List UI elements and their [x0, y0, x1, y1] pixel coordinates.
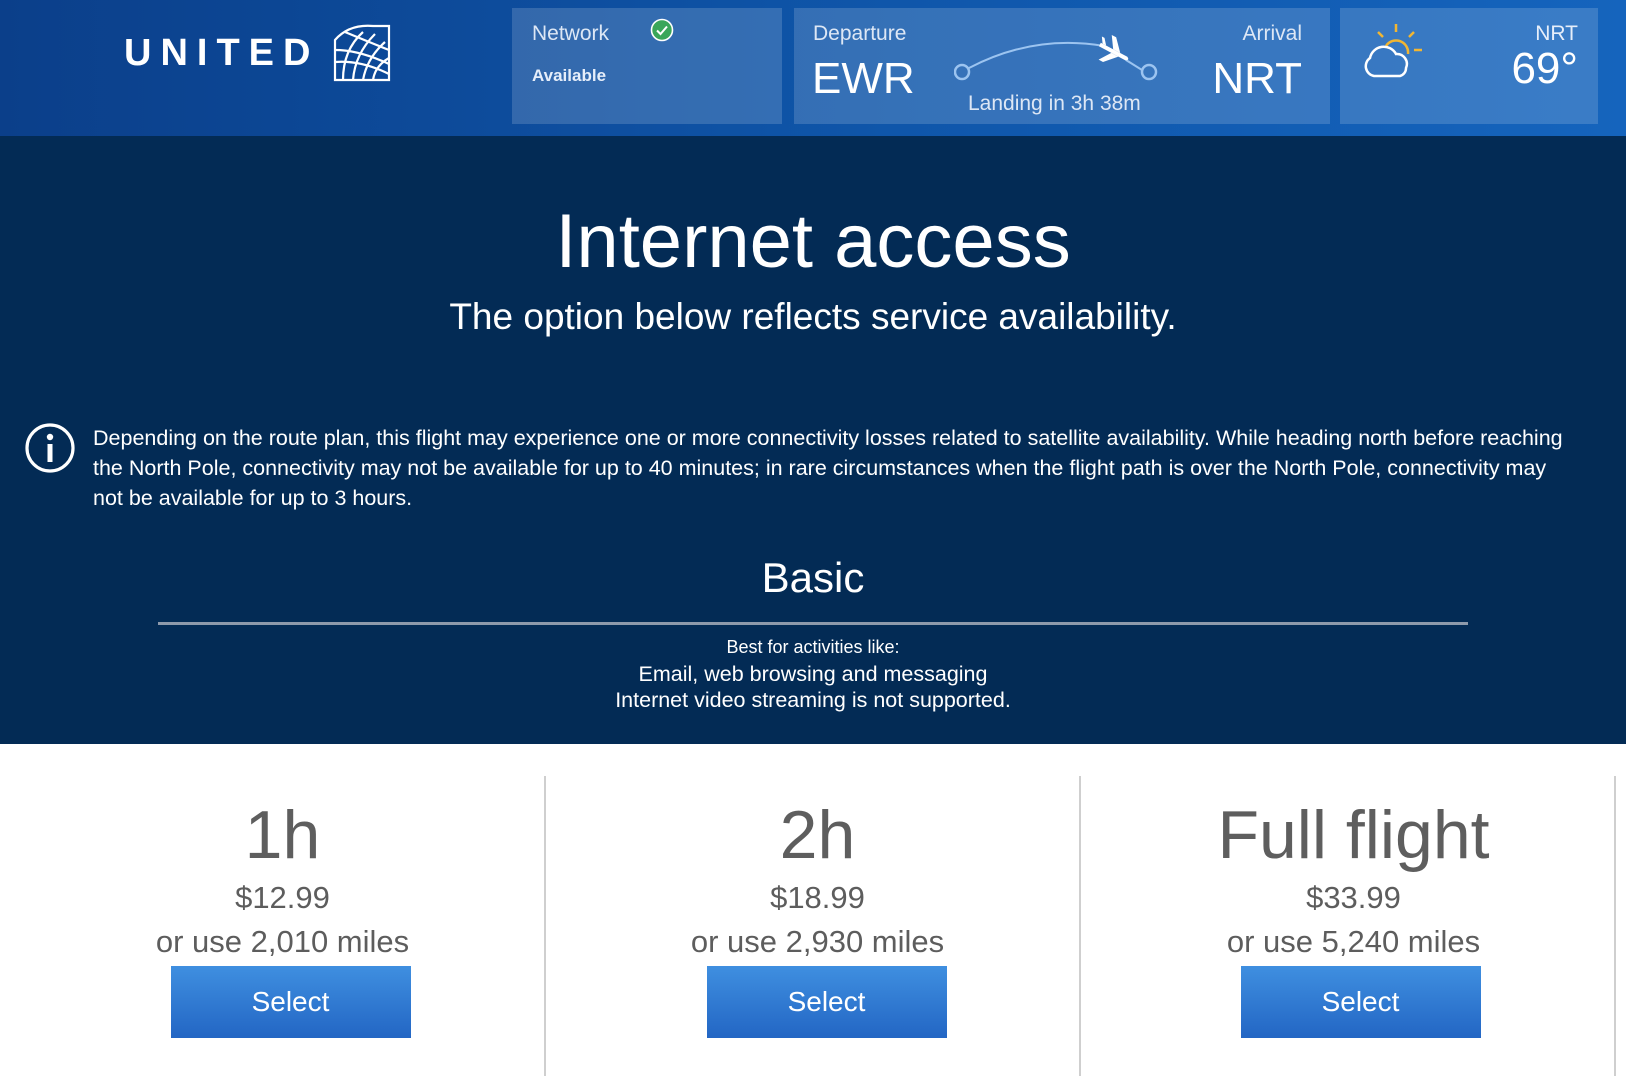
plan-divider: [1079, 776, 1081, 1076]
united-logo[interactable]: UNITED: [124, 20, 395, 86]
internet-access-panel: Internet access The option below reflect…: [0, 136, 1626, 744]
departure-label: Departure: [813, 22, 907, 45]
partly-cloudy-icon: [1364, 24, 1422, 78]
plan-price: $12.99: [235, 880, 330, 915]
plan-divider: [1614, 776, 1616, 1076]
landing-countdown: Landing in 3h 38m: [968, 92, 1141, 115]
best-for-label: Best for activities like:: [726, 637, 900, 657]
weather-city: NRT: [1535, 22, 1578, 45]
globe-icon: [334, 24, 391, 82]
limitation-text: Internet video streaming is not supporte…: [615, 688, 1011, 712]
departure-code: EWR: [812, 54, 915, 103]
plan-miles: or use 2,930 miles: [690, 924, 945, 959]
plan-price: $18.99: [770, 880, 865, 915]
connectivity-notice: Depending on the route plan, this flight…: [93, 426, 1563, 510]
brand-name: UNITED: [124, 31, 320, 74]
activities-text: Email, web browsing and messaging: [638, 662, 988, 686]
plan-card-2h: 2h $18.99 or use 2,930 miles Select: [550, 744, 1085, 1076]
plan-duration: Full flight: [1217, 797, 1490, 873]
plan-duration: 2h: [779, 797, 856, 873]
select-button-1h[interactable]: Select: [170, 966, 411, 1038]
check-circle-icon: [650, 18, 674, 42]
flight-card: Departure EWR Landing in 3h 38m Arrival …: [794, 8, 1330, 124]
plan-duration: 1h: [244, 797, 321, 873]
select-button-full-flight[interactable]: Select: [1240, 966, 1481, 1038]
network-card: Network Available: [512, 8, 782, 124]
flight-path-icon: [954, 34, 1158, 81]
plan-price: $33.99: [1306, 880, 1401, 915]
tier-name: Basic: [761, 554, 865, 601]
arrival-label: Arrival: [1242, 22, 1302, 45]
tier-divider: [158, 622, 1468, 625]
plan-card-full-flight: Full flight $33.99 or use 5,240 miles Se…: [1086, 744, 1621, 1076]
page-title: Internet access: [555, 199, 1071, 284]
weather-card: NRT 69°: [1340, 8, 1598, 124]
network-status: Available: [532, 66, 607, 85]
page-subtitle: The option below reflects service availa…: [449, 296, 1177, 337]
plan-divider: [544, 776, 546, 1076]
plan-card-1h: 1h $12.99 or use 2,010 miles Select: [15, 744, 550, 1076]
select-button-2h[interactable]: Select: [706, 966, 947, 1038]
network-label: Network: [532, 22, 610, 45]
plan-options: 1h $12.99 or use 2,010 miles Select 2h $…: [0, 744, 1626, 1076]
info-icon: [25, 423, 75, 473]
top-header: UNITED Network Available Departure EWR L…: [0, 0, 1626, 136]
arrival-code: NRT: [1212, 54, 1302, 103]
plan-miles: or use 2,010 miles: [155, 924, 410, 959]
plan-miles: or use 5,240 miles: [1226, 924, 1481, 959]
weather-temperature: 69°: [1511, 44, 1578, 93]
